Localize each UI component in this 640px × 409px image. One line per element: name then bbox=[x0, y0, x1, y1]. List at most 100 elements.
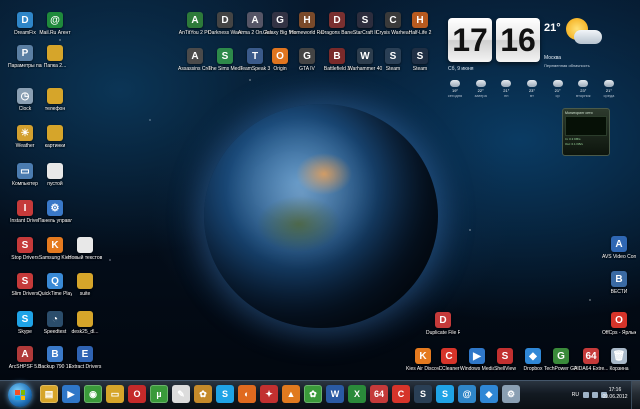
desktop-icon[interactable]: ◷ Clock bbox=[10, 88, 40, 112]
app-icon: E bbox=[77, 346, 93, 362]
excel-icon[interactable]: X bbox=[348, 385, 366, 403]
network-monitor-gadget[interactable]: Мониторинг сети In: 0.3 KB/s Out: 0.1 KB… bbox=[562, 108, 610, 156]
desktop-icon[interactable]: A AVS Video Converter bbox=[602, 236, 636, 260]
desktop-icon[interactable]: K Samsung Kies bbox=[39, 237, 71, 261]
desktop-icon-label: ArcSHPSF 5.0 bbox=[8, 364, 42, 370]
steam-icon: S bbox=[412, 48, 428, 64]
desktop-icon-label: desk25_dl... bbox=[71, 329, 99, 335]
desktop-icon[interactable]: В ВЕСТИ bbox=[604, 271, 634, 295]
desktop-icon[interactable]: H Half-Life 2 bbox=[405, 12, 435, 36]
game-icon: B bbox=[329, 48, 345, 64]
steam-icon[interactable]: S bbox=[414, 385, 432, 403]
explorer-icon[interactable]: ▤ bbox=[40, 385, 58, 403]
desktop-icon[interactable]: картинки bbox=[40, 125, 70, 149]
app-icon: A bbox=[611, 236, 627, 252]
app-icon: D bbox=[435, 312, 451, 328]
chrome-icon[interactable]: ◉ bbox=[84, 385, 102, 403]
firefox-icon[interactable]: ◐ bbox=[238, 385, 256, 403]
settings-icon[interactable]: ⚙ bbox=[502, 385, 520, 403]
cloud-icon bbox=[603, 80, 614, 87]
desktop-icon-label: Компьютер bbox=[12, 181, 38, 187]
desktop-icon-label: GTA IV bbox=[299, 66, 315, 72]
forecast-day: 22° завтра bbox=[470, 80, 492, 102]
desktop-icon[interactable]: A AnTitYou 2 PC bbox=[178, 12, 212, 36]
computer-icon: ▭ bbox=[17, 163, 33, 179]
forecast-day-label: сегодня bbox=[447, 93, 463, 98]
network-out: Out: 0.1 KB/s bbox=[565, 142, 583, 146]
folder-icon[interactable]: ▭ bbox=[106, 385, 124, 403]
desktop-icon[interactable]: suite bbox=[70, 273, 100, 297]
desktop-icon[interactable]: @ Mail.Ru Агент bbox=[39, 12, 71, 36]
speedtest-icon: ◔ bbox=[47, 311, 63, 327]
desktop-icon[interactable]: P Параметры папки... bbox=[8, 45, 42, 69]
taskbar: ▤ ▶ ◉ ▭ Oµ ✎ ✿ S ◐ ✦ ▲ ✿ W X 64 C S S @ ◆ ⚙ RU 17:16 09.06.2… bbox=[0, 380, 640, 409]
show-desktop-button[interactable] bbox=[631, 381, 640, 409]
desktop-icon[interactable]: D DreamFix bbox=[10, 12, 40, 36]
ccleaner-icon[interactable]: C bbox=[392, 385, 410, 403]
desktop-icon-label: Steam bbox=[412, 66, 428, 72]
taskbar-clock[interactable]: 17:16 09.06.2012 bbox=[602, 387, 628, 401]
desktop-icon[interactable]: A ArcSHPSF 5.0 bbox=[8, 346, 42, 370]
desktop-icon[interactable]: ☀ Weather bbox=[10, 125, 40, 149]
desktop-icon-label: AnTitYou 2 PC bbox=[178, 30, 212, 36]
aida-icon[interactable]: 64 bbox=[370, 385, 388, 403]
desktop-icon[interactable]: 🗑 Корзина bbox=[604, 348, 634, 372]
desktop-icon[interactable]: ⚙ Панель управления bbox=[38, 200, 72, 224]
clock-widget[interactable]: 17 16 Сб, 9 июня bbox=[444, 14, 620, 78]
desktop-icon[interactable]: ▭ Компьютер bbox=[10, 163, 40, 187]
opera-icon[interactable]: O bbox=[128, 385, 146, 403]
desktop-icon[interactable]: S Skype bbox=[10, 311, 40, 335]
desktop-icon[interactable]: I Instant Driver bbox=[10, 200, 40, 224]
desktop-icon[interactable]: D Darkness Warriors PC bbox=[208, 12, 242, 36]
desktop-icon[interactable]: Q QuickTime Player bbox=[38, 273, 72, 297]
teamspeak-icon: T bbox=[247, 48, 263, 64]
skype-icon[interactable]: S bbox=[216, 385, 234, 403]
desktop-icon[interactable]: H Homeworld Remastered bbox=[290, 12, 324, 36]
paint-icon[interactable]: ✿ bbox=[194, 385, 212, 403]
forecast-day-label: пн bbox=[504, 93, 509, 98]
winamp-icon[interactable]: ✦ bbox=[260, 385, 278, 403]
desktop-icon[interactable]: D Duplicate File Remover bbox=[426, 312, 460, 336]
forecast-day-label: завтра bbox=[474, 93, 487, 98]
desktop-icon[interactable]: пустой bbox=[40, 163, 70, 187]
dropbox-icon[interactable]: ◆ bbox=[480, 385, 498, 403]
desktop-icon-label: Папка 2... bbox=[43, 63, 67, 69]
desktop-icon-label: Instant Driver bbox=[10, 218, 40, 224]
desktop-icon[interactable]: E Extract Drivers bbox=[69, 346, 101, 370]
desktop-icon[interactable]: A Assassins Creed bbox=[178, 48, 212, 72]
dropbox-icon: ◆ bbox=[525, 348, 541, 364]
skype-icon[interactable]: S bbox=[436, 385, 454, 403]
desktop-icon[interactable]: Папка 2... bbox=[40, 45, 70, 69]
desktop-icon-label: Speedtest bbox=[43, 329, 67, 335]
vlc-icon[interactable]: ▲ bbox=[282, 385, 300, 403]
desktop-icon[interactable]: телефон bbox=[40, 88, 70, 112]
forecast-day-label: вторник bbox=[576, 93, 591, 98]
desktop-icon[interactable]: S Steam bbox=[405, 48, 435, 72]
app-icon: В bbox=[611, 271, 627, 287]
mail-agent-icon: @ bbox=[47, 12, 63, 28]
utorrent-icon[interactable]: µ bbox=[150, 385, 168, 403]
media-player-icon[interactable]: ▶ bbox=[62, 385, 80, 403]
start-button[interactable] bbox=[8, 383, 32, 407]
desktop-icon[interactable]: B Backup 790 13.06.2012 bbox=[38, 346, 72, 370]
desktop-icon-label: QuickTime Player bbox=[38, 291, 72, 297]
game-icon: W bbox=[357, 48, 373, 64]
notepad-icon[interactable]: ✎ bbox=[172, 385, 190, 403]
desktop-icon[interactable]: S Stop Drivers bbox=[10, 237, 40, 261]
desktop-icon[interactable]: Новый текстовый документ bbox=[68, 237, 102, 261]
desktop[interactable]: D DreamFix @ Mail.Ru Агент P Параметры папки.… bbox=[0, 0, 640, 380]
desktop-icon[interactable]: S The Sims Medieval bbox=[208, 48, 242, 72]
word-icon[interactable]: W bbox=[326, 385, 344, 403]
network-tray-icon[interactable] bbox=[583, 392, 589, 398]
desktop-icon[interactable]: S Slim Drivers bbox=[10, 273, 40, 297]
language-indicator[interactable]: RU bbox=[572, 392, 579, 398]
desktop-icon[interactable]: O OffCps - Ярлык bbox=[602, 312, 636, 336]
desktop-icon[interactable]: G GTA IV bbox=[292, 48, 322, 72]
volume-tray-icon[interactable] bbox=[592, 392, 598, 398]
icq-icon[interactable]: ✿ bbox=[304, 385, 322, 403]
desktop-icon[interactable]: G TechPower GPU-Z bbox=[544, 348, 578, 372]
mail-icon[interactable]: @ bbox=[458, 385, 476, 403]
desktop-icon[interactable]: ◔ Speedtest bbox=[40, 311, 70, 335]
clock-minutes: 16 bbox=[496, 18, 540, 62]
desktop-icon[interactable]: desk25_dl... bbox=[70, 311, 100, 335]
